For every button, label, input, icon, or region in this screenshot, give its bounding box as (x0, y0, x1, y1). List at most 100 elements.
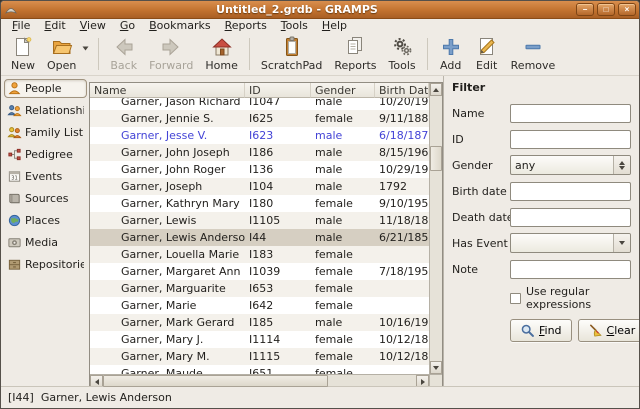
combo-value: any (511, 156, 613, 174)
cell-birth: 9/10/1952 (375, 197, 429, 210)
table-row[interactable]: Garner, Jesse V.I623male6/18/1876 (90, 127, 429, 144)
clear-button[interactable]: Clear (578, 319, 639, 342)
table-row[interactable]: Garner, Lewis AndersonI44male6/21/1855 (90, 229, 429, 246)
filter-panel: Filter NameIDGenderanyBirth dateDeath da… (443, 76, 639, 386)
table-row[interactable]: Garner, Mark GerardI185male10/16/1962 (90, 314, 429, 331)
home-button[interactable]: Home (199, 34, 243, 73)
table-row[interactable]: Garner, MarguariteI653female (90, 280, 429, 297)
table-row[interactable]: Garner, MaudeI651female (90, 365, 429, 374)
reports-button[interactable]: Reports (328, 34, 382, 73)
cell-gender: male (311, 129, 375, 142)
table-row[interactable]: Garner, Jennie S.I625female9/11/1880 (90, 110, 429, 127)
add-button[interactable]: Add (433, 34, 469, 73)
horizontal-scrollbar[interactable] (90, 374, 429, 387)
horizontal-scrollbar-thumb[interactable] (103, 375, 328, 387)
title-bar[interactable]: Untitled_2.grdb - GRAMPS −□× (1, 1, 639, 19)
down-arrow-icon (433, 366, 439, 370)
has-event-combo[interactable] (510, 233, 631, 253)
cell-name: Garner, Jennie S. (90, 112, 245, 125)
cell-gender: male (311, 180, 375, 193)
sidebar-item-pedigree[interactable]: Pedigree (4, 145, 87, 164)
sidebar-item-events[interactable]: 31Events (4, 167, 87, 186)
column-header-id[interactable]: ID (245, 83, 311, 98)
table-row[interactable]: Garner, Mary M.I1115female10/12/1851 (90, 348, 429, 365)
note-field[interactable] (510, 260, 631, 279)
forward-icon (159, 35, 183, 59)
name-field[interactable] (510, 104, 631, 123)
scroll-down-button[interactable] (430, 361, 442, 374)
cell-name: Garner, Jason Richard (90, 98, 245, 108)
filter-title: Filter (452, 81, 631, 94)
menu-item-go[interactable]: Go (113, 19, 142, 33)
cell-id: I136 (245, 163, 311, 176)
table-row[interactable]: Garner, JosephI104male1792 (90, 178, 429, 195)
table-row[interactable]: Garner, Margaret AnnI1039female7/18/1951 (90, 263, 429, 280)
people-icon (7, 81, 22, 96)
sidebar-item-family-list[interactable]: Family List (4, 123, 87, 142)
table-row[interactable]: Garner, Kathryn MaryI180female9/10/1952 (90, 195, 429, 212)
cell-id: I642 (245, 299, 311, 312)
open-dropdown-caret[interactable] (82, 41, 93, 66)
spin-arrows-icon[interactable] (613, 156, 630, 174)
find-button[interactable]: Find (510, 319, 572, 342)
open-button[interactable]: Open (41, 34, 82, 73)
cell-id: I183 (245, 248, 311, 261)
regex-checkbox[interactable] (510, 293, 521, 304)
menu-item-view[interactable]: View (73, 19, 113, 33)
filter-row-name: Name (452, 103, 631, 123)
column-header-gender[interactable]: Gender (311, 83, 375, 98)
vertical-scrollbar-thumb[interactable] (430, 146, 442, 171)
gender-combo[interactable]: any (510, 155, 631, 175)
scratchpad-button[interactable]: ScratchPad (255, 34, 329, 73)
sidebar-item-relationships[interactable]: Relationships (4, 101, 87, 120)
cell-birth: 1792 (375, 180, 429, 193)
column-header-birth-date[interactable]: Birth Date (375, 83, 429, 98)
maximize-button[interactable]: □ (597, 3, 615, 16)
chevron-down-icon[interactable] (613, 234, 630, 252)
table-row[interactable]: Garner, Mary J.I1114female10/12/1851 (90, 331, 429, 348)
table-row[interactable]: Garner, Louella MarieI183female (90, 246, 429, 263)
table-row[interactable]: Garner, John RogerI136male10/29/1925 (90, 161, 429, 178)
cell-gender: male (311, 98, 375, 108)
filter-row-gender: Genderany (452, 155, 631, 175)
table-row[interactable]: Garner, Jason RichardI1047male10/20/1975 (90, 98, 429, 110)
horizontal-scrollbar-trough[interactable] (103, 375, 416, 387)
open-icon (50, 35, 74, 59)
menu-item-edit[interactable]: Edit (37, 19, 72, 33)
regex-option-row: Use regular expressions (510, 285, 631, 311)
remove-button[interactable]: Remove (505, 34, 562, 73)
menu-item-tools[interactable]: Tools (274, 19, 315, 33)
table-row[interactable]: Garner, LewisI1105male11/18/1823 (90, 212, 429, 229)
menu-item-bookmarks[interactable]: Bookmarks (142, 19, 217, 33)
column-header-name[interactable]: Name (90, 83, 245, 98)
sidebar-item-label: Sources (25, 192, 69, 205)
sidebar-item-media[interactable]: Media (4, 233, 87, 252)
table-row[interactable]: Garner, MarieI642female (90, 297, 429, 314)
minimize-button[interactable]: − (576, 3, 594, 16)
menu-item-reports[interactable]: Reports (218, 19, 274, 33)
sidebar-item-places[interactable]: Places (4, 211, 87, 230)
id-field[interactable] (510, 130, 631, 149)
edit-button[interactable]: Edit (469, 34, 505, 73)
sidebar-item-repositories[interactable]: Repositories (4, 255, 87, 274)
menu-item-file[interactable]: File (5, 19, 37, 33)
cell-gender: female (311, 197, 375, 210)
sidebar-item-sources[interactable]: Sources (4, 189, 87, 208)
cell-name: Garner, Maude (90, 367, 245, 374)
table-row[interactable]: Garner, John JosephI186male8/15/1961 (90, 144, 429, 161)
vertical-scrollbar-trough[interactable] (430, 96, 442, 361)
birth-date-field[interactable] (510, 182, 631, 201)
toolbar-button-label: Forward (149, 59, 193, 72)
remove-icon (521, 35, 545, 59)
death-date-field[interactable] (510, 208, 631, 227)
menu-item-help[interactable]: Help (315, 19, 354, 33)
tools-button[interactable]: Tools (383, 34, 422, 73)
new-button[interactable]: New (5, 34, 41, 73)
close-button[interactable]: × (618, 3, 636, 16)
cell-id: I185 (245, 316, 311, 329)
cell-name: Garner, Marguarite (90, 282, 245, 295)
vertical-scrollbar[interactable] (429, 83, 442, 374)
sidebar-item-people[interactable]: People (4, 79, 87, 98)
cell-name: Garner, Joseph (90, 180, 245, 193)
scroll-up-button[interactable] (430, 83, 442, 96)
